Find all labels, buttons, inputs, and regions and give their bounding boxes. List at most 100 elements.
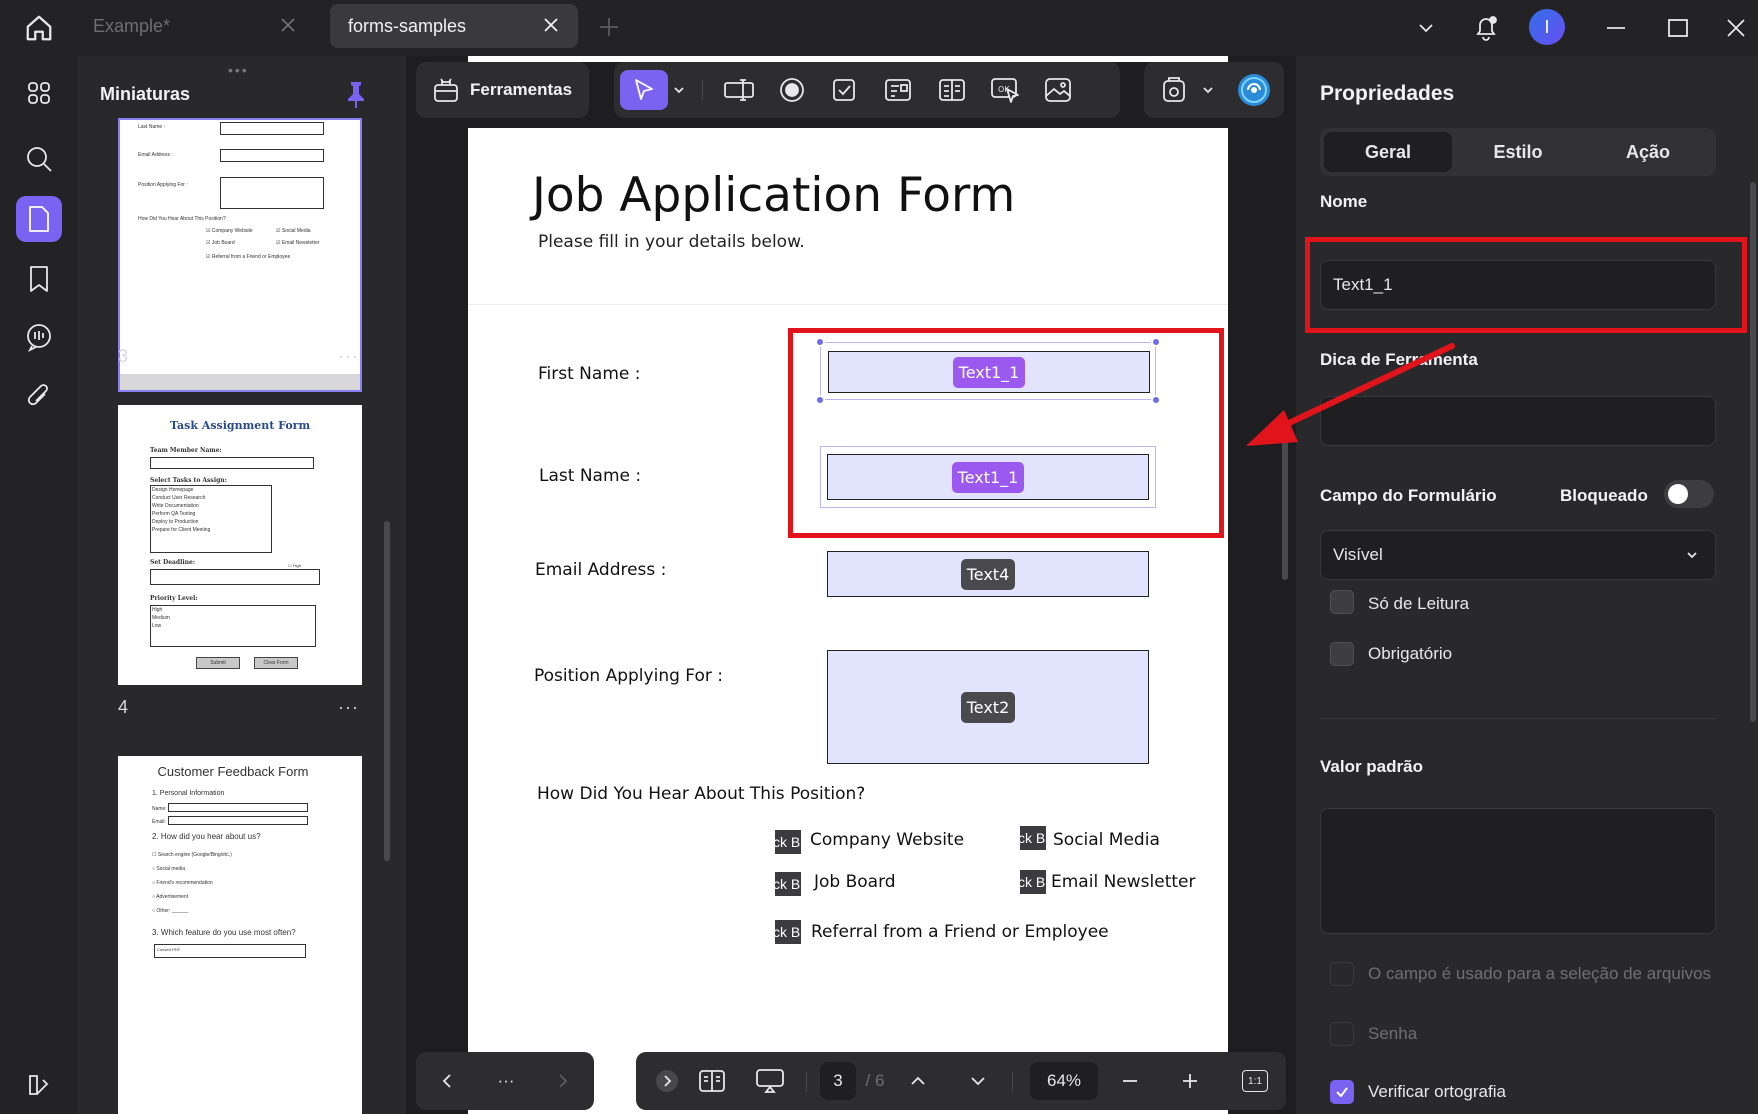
locked-toggle[interactable] (1664, 480, 1714, 508)
tab-style[interactable]: Estilo (1454, 132, 1582, 172)
ai-assistant-icon[interactable] (1234, 70, 1274, 110)
user-avatar[interactable]: I (1529, 9, 1565, 45)
actual-size-label: 1:1 (1242, 1070, 1268, 1092)
divider (806, 1072, 807, 1092)
thumbnail-page-3[interactable]: Last Name : Email Address : Position App… (118, 118, 362, 392)
chevron-up-icon[interactable] (898, 1062, 938, 1100)
mini-text: Low (152, 623, 162, 629)
thumbnail-more-button[interactable]: ··· (338, 346, 359, 367)
mini-text: ☑ Email Newsletter (276, 240, 320, 246)
default-value-textarea[interactable] (1320, 808, 1716, 934)
checkbox-social-media[interactable]: ck B (1020, 826, 1046, 850)
checkbox-tool-icon[interactable] (824, 70, 864, 110)
document-title: Job Application Form (532, 168, 1016, 223)
zoom-in-icon[interactable] (1170, 1062, 1210, 1100)
field-name-tag: Text4 (960, 558, 1016, 590)
mini-title: Customer Feedback Form (157, 764, 309, 779)
chevron-down-icon[interactable] (1196, 70, 1220, 110)
button-tool-icon[interactable]: OK (986, 70, 1026, 110)
form-tools-toolbar: OK (614, 62, 1120, 118)
close-tab-icon[interactable] (277, 14, 299, 36)
search-icon[interactable] (16, 136, 62, 182)
home-icon[interactable] (18, 8, 60, 48)
file-select-checkbox[interactable] (1330, 962, 1354, 986)
divider (1320, 718, 1716, 719)
chevron-left-icon[interactable] (430, 1062, 466, 1100)
bookmark-icon[interactable] (16, 256, 62, 302)
actual-size-button[interactable]: 1:1 (1236, 1062, 1274, 1100)
checkbox-company-website[interactable]: ck B (775, 830, 801, 854)
chevron-down-icon[interactable] (666, 70, 692, 110)
close-window-icon[interactable] (1718, 10, 1754, 46)
close-tab-icon[interactable] (540, 14, 562, 36)
avatar-initial: I (1544, 16, 1550, 37)
radio-button-tool-icon[interactable] (772, 70, 812, 110)
presentation-icon[interactable] (748, 1062, 792, 1100)
mini-title: Task Assignment Form (169, 419, 311, 432)
checkbox-email-newsletter[interactable]: ck B (1020, 870, 1046, 894)
tab-example[interactable]: Example* (75, 4, 315, 48)
comment-icon[interactable] (16, 314, 62, 360)
current-page-input[interactable]: 3 (820, 1062, 856, 1100)
more-options-button[interactable]: ··· (486, 1062, 526, 1100)
combo-box-tool-icon[interactable] (878, 70, 918, 110)
bell-icon[interactable] (1468, 10, 1504, 46)
checkbox-label: Referral from a Friend or Employee (811, 922, 1109, 942)
checkbox-referral[interactable]: ck B (775, 920, 801, 944)
email-address-field[interactable]: Text4 (827, 551, 1149, 597)
mini-text: Referral from a Friend or Employee (211, 254, 291, 260)
divider (468, 304, 1228, 305)
pin-icon[interactable] (344, 80, 368, 110)
spellcheck-checkbox[interactable] (1330, 1080, 1354, 1104)
image-field-tool-icon[interactable] (1038, 70, 1078, 110)
list-box-tool-icon[interactable] (932, 70, 972, 110)
drag-grip-icon[interactable]: ••• (228, 62, 249, 78)
select-tool-icon[interactable] (620, 70, 668, 110)
chevron-down-icon[interactable] (1408, 10, 1444, 46)
thumbnails-scrollbar[interactable] (384, 521, 390, 861)
form-field-label: Campo do Formulário (1320, 486, 1497, 505)
properties-title: Propriedades (1320, 82, 1455, 105)
zoom-out-icon[interactable] (1110, 1062, 1150, 1100)
chevron-down-icon[interactable] (958, 1062, 998, 1100)
page-layout-icon[interactable] (692, 1062, 732, 1100)
read-only-checkbox[interactable] (1330, 590, 1354, 614)
mini-text: ☑ Company Website (206, 228, 253, 234)
mini-field (168, 803, 308, 812)
mini-text: Design Homepage (152, 487, 194, 493)
checkbox-job-board[interactable]: ck B (775, 872, 801, 896)
password-checkbox[interactable] (1330, 1022, 1354, 1046)
thumbnail-page-4[interactable]: Task Assignment Form Team Member Name: S… (118, 405, 362, 685)
required-checkbox[interactable] (1330, 642, 1354, 666)
visibility-select[interactable]: Visível (1320, 530, 1716, 580)
document-scrollbar[interactable] (1282, 440, 1288, 580)
grid-icon[interactable] (16, 70, 62, 116)
text-field-tool-icon[interactable] (719, 70, 759, 110)
properties-scrollbar[interactable] (1750, 182, 1756, 722)
annotation-highlight-box (1305, 237, 1747, 333)
tab-action[interactable]: Ação (1584, 132, 1712, 172)
tab-forms-samples[interactable]: forms-samples (330, 4, 578, 48)
mini-text: ☐ Search engine (Google/Bing/etc.) (152, 852, 232, 858)
chevron-right-icon[interactable] (544, 1062, 580, 1100)
tab-general[interactable]: Geral (1324, 132, 1452, 172)
attachment-icon[interactable] (16, 374, 62, 420)
mini-text: ○ Friend's recommendation (152, 880, 213, 886)
sidebar-toggle-icon[interactable] (16, 1062, 62, 1108)
password-label: Senha (1368, 1024, 1418, 1043)
position-field[interactable]: Text2 (827, 650, 1149, 764)
thumbnail-more-button[interactable]: ··· (338, 697, 359, 718)
save-form-icon[interactable] (1154, 70, 1194, 110)
annotation-highlight-box (788, 328, 1224, 538)
thumbnail-page-5[interactable]: Customer Feedback Form 1. Personal Infor… (118, 756, 362, 1114)
mini-field (220, 177, 324, 209)
thumbnails-icon[interactable] (16, 196, 62, 242)
expand-icon[interactable] (648, 1062, 686, 1100)
maximize-icon[interactable] (1660, 10, 1696, 46)
mini-text: Name: (152, 806, 167, 812)
new-tab-icon[interactable] (596, 14, 622, 40)
field-name-tag: Text2 (960, 691, 1016, 723)
zoom-input[interactable]: 64% (1030, 1062, 1098, 1100)
minimize-icon[interactable] (1598, 10, 1634, 46)
tools-button[interactable]: Ferramentas (416, 62, 589, 118)
